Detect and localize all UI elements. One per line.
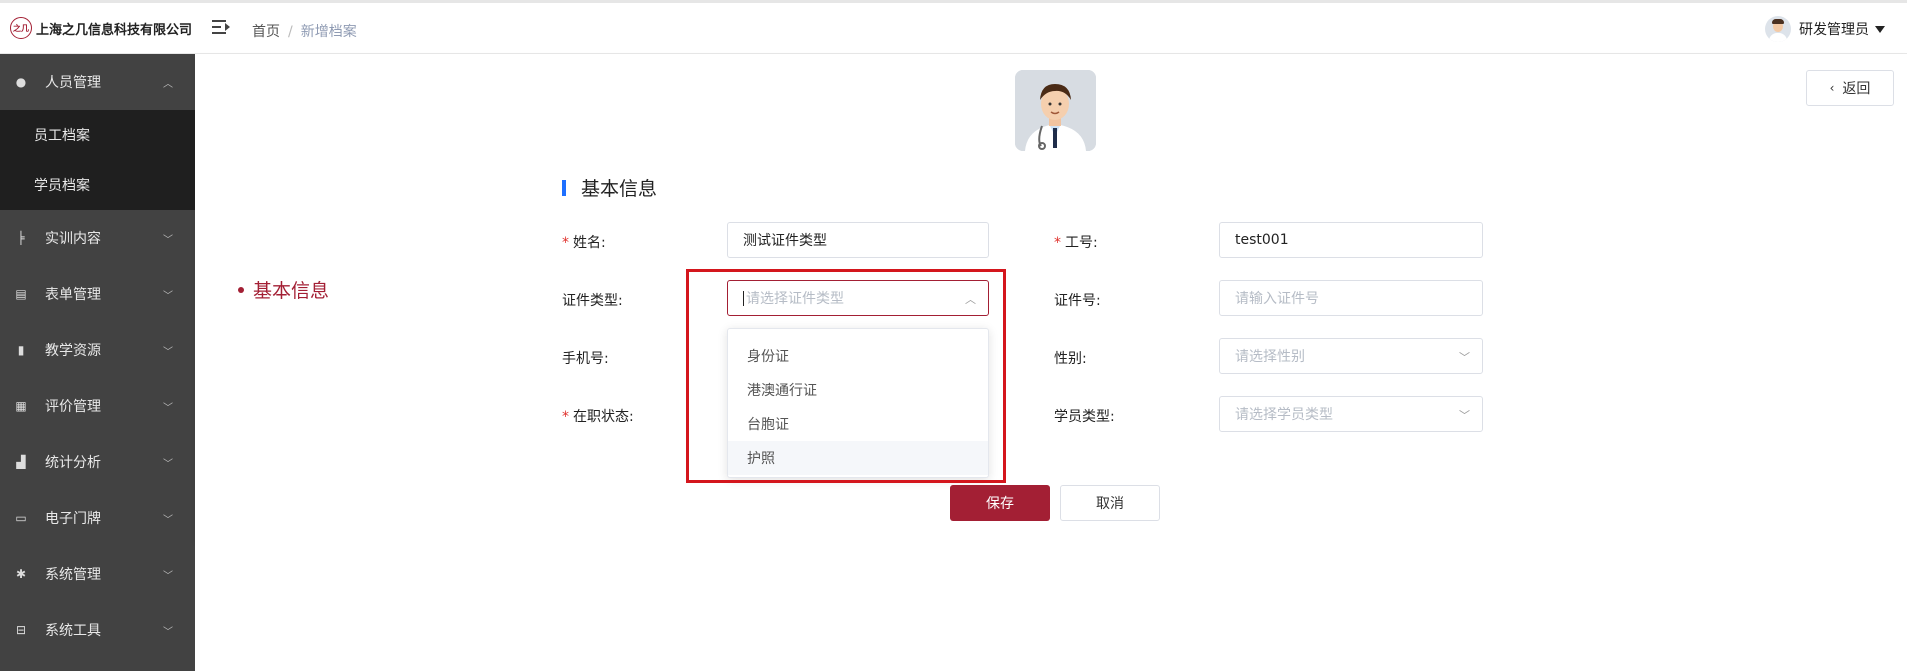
id-no-placeholder: 请输入证件号 <box>1235 291 1319 307</box>
chevron-up-icon: ︿ <box>163 78 173 90</box>
avatar <box>1765 16 1791 42</box>
phone-label: 手机号: <box>562 348 609 368</box>
back-button[interactable]: ‹ 返回 <box>1806 70 1894 106</box>
id-type-label-text: 证件类型: <box>562 293 623 309</box>
sidebar-item-system-tools[interactable]: ⊟ 系统工具 ﹀ <box>0 602 195 658</box>
sidebar-item-resources[interactable]: ▮ 教学资源 ﹀ <box>0 322 195 378</box>
chevron-down-icon: ﹀ <box>163 290 173 302</box>
evaluate-icon: ▦ <box>15 399 27 413</box>
sidebar: ● 人员管理 ︿ 员工档案 学员档案 ╞ 实训内容 ﹀ ▤ 表单管理 ﹀ ▮ 教… <box>0 54 195 671</box>
section-title-text: 基本信息 <box>581 178 658 200</box>
sidebar-item-label: 统计分析 <box>45 455 101 471</box>
sidebar-subitem-employee-files[interactable]: 员工档案 <box>0 110 195 160</box>
gear-icon: ✱ <box>15 567 27 581</box>
breadcrumb-home[interactable]: 首页 <box>252 24 280 40</box>
sidebar-item-label: 教学资源 <box>45 343 101 359</box>
job-no-value: test001 <box>1235 232 1289 248</box>
sidebar-item-label: 评价管理 <box>45 399 101 415</box>
chevron-down-icon: ﹀ <box>163 514 173 526</box>
logo-icon: 之几 <box>10 17 32 39</box>
menu-toggle-icon[interactable] <box>212 19 230 35</box>
chevron-down-icon: ﹀ <box>163 402 173 414</box>
id-no-input[interactable]: 请输入证件号 <box>1219 280 1483 316</box>
gender-label: 性别: <box>1054 348 1087 368</box>
sidebar-item-door-sign[interactable]: ▭ 电子门牌 ﹀ <box>0 490 195 546</box>
id-no-label: 证件号: <box>1054 290 1101 310</box>
name-label: * 姓名: <box>562 232 606 252</box>
top-bar: 之几 上海之几信息科技有限公司 首页 / 新增档案 研发管理员 <box>0 0 1907 54</box>
required-mark: * <box>562 235 569 251</box>
chevron-left-icon: ‹ <box>1829 81 1835 95</box>
chevron-down-icon: ﹀ <box>1459 351 1470 364</box>
student-type-label: 学员类型: <box>1054 406 1115 426</box>
job-no-label-text: 工号: <box>1065 235 1098 251</box>
gender-select[interactable]: 请选择性别 ﹀ <box>1219 338 1483 374</box>
id-type-label: 证件类型: <box>562 290 623 310</box>
sidebar-item-label: 系统工具 <box>45 623 101 639</box>
user-menu[interactable]: 研发管理员 <box>1765 16 1885 42</box>
status-label: * 在职状态: <box>562 406 634 426</box>
save-button[interactable]: 保存 <box>950 485 1050 521</box>
back-button-label: 返回 <box>1842 81 1871 97</box>
chevron-down-icon: ﹀ <box>163 346 173 358</box>
submenu: 员工档案 学员档案 <box>0 110 195 210</box>
anchor-label: 基本信息 <box>253 280 330 302</box>
breadcrumb-separator: / <box>288 24 293 40</box>
company-logo[interactable]: 之几 上海之几信息科技有限公司 <box>10 17 192 39</box>
book-icon: ▮ <box>17 343 25 357</box>
name-value: 测试证件类型 <box>743 233 827 249</box>
sidebar-item-evaluation[interactable]: ▦ 评价管理 ﹀ <box>0 378 195 434</box>
cancel-button[interactable]: 取消 <box>1060 485 1160 521</box>
user-name: 研发管理员 <box>1799 22 1869 38</box>
chevron-down-icon: ﹀ <box>163 570 173 582</box>
gender-label-text: 性别: <box>1054 351 1087 367</box>
section-bar <box>562 179 566 196</box>
annotation-highlight-box <box>686 269 1006 483</box>
bullet-icon <box>238 286 244 293</box>
job-no-label: * 工号: <box>1054 232 1098 252</box>
sidebar-item-system-settings[interactable]: ✱ 系统管理 ﹀ <box>0 546 195 602</box>
sidebar-item-label: 电子门牌 <box>45 511 101 527</box>
phone-label-text: 手机号: <box>562 351 609 367</box>
gender-placeholder: 请选择性别 <box>1235 349 1305 365</box>
form-icon: ▤ <box>15 287 27 301</box>
student-type-label-text: 学员类型: <box>1054 409 1115 425</box>
sidebar-item-label: 人员管理 <box>45 75 101 91</box>
company-name: 上海之几信息科技有限公司 <box>36 22 193 38</box>
sidebar-item-label: 表单管理 <box>45 287 101 303</box>
chevron-down-icon: ﹀ <box>1459 409 1470 422</box>
bar-chart-icon: ▟ <box>16 455 26 469</box>
status-label-text: 在职状态: <box>573 409 634 425</box>
monitor-icon: ▭ <box>15 511 27 525</box>
chevron-down-icon: ﹀ <box>163 234 173 246</box>
people-icon: ● <box>15 75 27 89</box>
tree-icon: ╞ <box>17 231 25 245</box>
required-mark: * <box>1054 235 1061 251</box>
chevron-down-icon: ﹀ <box>163 458 173 470</box>
breadcrumb: 首页 / 新增档案 <box>252 21 357 41</box>
sidebar-item-training[interactable]: ╞ 实训内容 ﹀ <box>0 210 195 266</box>
name-input[interactable]: 测试证件类型 <box>727 222 989 258</box>
anchor-basic-info[interactable]: 基本信息 <box>238 276 329 303</box>
name-label-text: 姓名: <box>573 235 606 251</box>
section-title: 基本信息 <box>562 174 657 201</box>
doctor-avatar-icon <box>1015 70 1096 151</box>
sidebar-item-label: 系统管理 <box>45 567 101 583</box>
sidebar-subitem-student-files[interactable]: 学员档案 <box>0 160 195 210</box>
sidebar-item-forms[interactable]: ▤ 表单管理 ﹀ <box>0 266 195 322</box>
required-mark: * <box>562 409 569 425</box>
breadcrumb-current: 新增档案 <box>300 24 357 40</box>
sidebar-item-people[interactable]: ● 人员管理 ︿ <box>0 54 195 110</box>
chevron-down-icon: ﹀ <box>163 626 173 638</box>
student-type-select[interactable]: 请选择学员类型 ﹀ <box>1219 396 1483 432</box>
caret-down-icon <box>1875 25 1885 33</box>
job-no-input[interactable]: test001 <box>1219 222 1483 258</box>
sidebar-item-label: 实训内容 <box>45 231 101 247</box>
profile-avatar[interactable] <box>1015 70 1096 151</box>
student-type-placeholder: 请选择学员类型 <box>1235 407 1333 423</box>
id-no-label-text: 证件号: <box>1054 293 1101 309</box>
page-background <box>195 540 1907 671</box>
toolbox-icon: ⊟ <box>15 623 27 637</box>
sidebar-item-statistics[interactable]: ▟ 统计分析 ﹀ <box>0 434 195 490</box>
